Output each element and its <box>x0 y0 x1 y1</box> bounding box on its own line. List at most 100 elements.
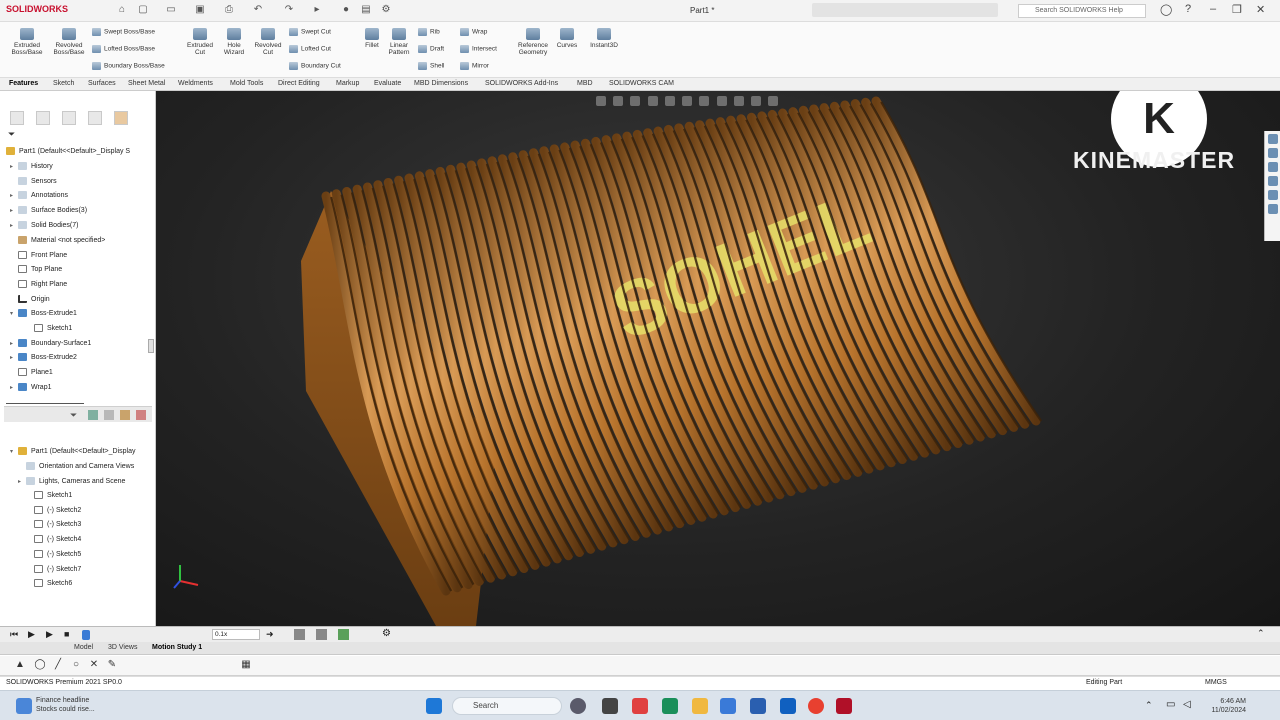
open-file-icon[interactable]: ▭ <box>165 4 177 16</box>
tab-motion-study-1[interactable]: Motion Study 1 <box>152 644 202 651</box>
undo-icon[interactable]: ↶ <box>252 4 264 16</box>
unit-system[interactable]: MMGS <box>1205 679 1227 686</box>
play-icon[interactable]: ▶ <box>46 629 53 640</box>
custom-properties-icon[interactable] <box>1267 204 1278 214</box>
copilot-icon[interactable] <box>570 698 586 714</box>
decal-icon[interactable] <box>104 410 114 420</box>
tree-item-surface-bodies[interactable]: ▸ Surface Bodies(3) <box>10 206 87 214</box>
solidworks-taskbar-icon[interactable] <box>836 698 852 714</box>
weather-icon[interactable] <box>16 698 32 714</box>
edge-icon[interactable] <box>662 698 678 714</box>
collapse-arrow-icon[interactable]: ▾ <box>10 448 18 455</box>
solidworks-resources-icon[interactable] <box>1267 134 1278 144</box>
news-widget[interactable]: Finance headline Stocks could rise... <box>36 696 95 714</box>
tab-mbd[interactable]: MBD <box>577 80 593 87</box>
appearances-icon[interactable] <box>1267 190 1278 200</box>
tree-item-front-plane[interactable]: Front Plane <box>18 251 67 259</box>
tree-item-wrap1[interactable]: ▸ Wrap1 <box>10 383 52 391</box>
tab-sketch[interactable]: Sketch <box>53 80 74 87</box>
tree-item-sketch1[interactable]: Sketch1 <box>34 324 72 332</box>
chrome-icon[interactable] <box>808 698 824 714</box>
save-animation-icon[interactable] <box>294 629 305 640</box>
tree-item-annotations[interactable]: ▸ Annotations <box>10 191 68 199</box>
view-palette-icon[interactable] <box>1267 176 1278 186</box>
reference-geometry-button[interactable]: Reference Geometry <box>513 28 553 56</box>
feature-manager-tab-icon[interactable] <box>10 111 24 125</box>
scene-icon[interactable] <box>120 410 130 420</box>
display-manager-tab-icon[interactable] <box>114 111 128 125</box>
animation-wizard-icon[interactable] <box>316 629 327 640</box>
tree-item-boss-extrude2[interactable]: ▸ Boss-Extrude2 <box>10 353 77 361</box>
tab-direct-editing[interactable]: Direct Editing <box>278 80 320 87</box>
tree-item-boundary-surface1[interactable]: ▸ Boundary-Surface1 <box>10 339 91 347</box>
tree-root-part[interactable]: Part1 (Default<<Default>_Display S <box>6 147 130 155</box>
home-icon[interactable]: ⌂ <box>116 4 128 16</box>
draft-button[interactable]: Draft <box>418 45 444 53</box>
rebuild-icon[interactable]: ● <box>340 4 352 16</box>
swept-boss-button[interactable]: Swept Boss/Base <box>92 28 155 36</box>
line-icon[interactable]: ╱ <box>52 659 64 671</box>
expand-arrow-icon[interactable]: ▸ <box>10 163 18 170</box>
select-icon[interactable]: ▸ <box>311 4 323 16</box>
outlook-icon[interactable] <box>780 698 796 714</box>
display-tree-sketch6[interactable]: Sketch6 <box>34 579 72 587</box>
stop-icon[interactable]: ■ <box>64 629 69 639</box>
tree-item-top-plane[interactable]: Top Plane <box>18 265 62 273</box>
minimize-icon[interactable]: – <box>1210 3 1216 15</box>
camera-icon[interactable] <box>136 410 146 420</box>
curves-button[interactable]: Curves <box>554 28 580 49</box>
user-icon[interactable]: ◯ <box>1160 3 1172 16</box>
pen-icon[interactable]: ✎ <box>106 659 118 671</box>
instant3d-button[interactable]: Instant3D <box>584 28 624 49</box>
tab-solidworks-addins[interactable]: SOLIDWORKS Add-Ins <box>485 80 558 87</box>
expand-arrow-icon[interactable]: ▸ <box>18 478 26 485</box>
tab-mold-tools[interactable]: Mold Tools <box>230 80 263 87</box>
autokey-icon[interactable] <box>338 629 349 640</box>
file-explorer-icon[interactable] <box>1267 162 1278 172</box>
display-tree-sketch2[interactable]: (-) Sketch2 <box>34 506 81 514</box>
tree-item-right-plane[interactable]: Right Plane <box>18 280 67 288</box>
save-icon[interactable]: ▣ <box>194 4 206 16</box>
display-tree-orientation[interactable]: Orientation and Camera Views <box>26 462 134 470</box>
maximize-icon[interactable]: ❐ <box>1232 3 1242 16</box>
start-icon[interactable] <box>426 698 442 714</box>
revolved-cut-button[interactable]: Revolved Cut <box>250 28 286 56</box>
expand-arrow-icon[interactable]: ▸ <box>10 222 18 229</box>
file-explorer-taskbar-icon[interactable] <box>692 698 708 714</box>
swept-cut-button[interactable]: Swept Cut <box>289 28 331 36</box>
taskbar-search[interactable]: Search <box>452 697 562 715</box>
play-from-start-icon[interactable]: ▶ <box>28 629 35 640</box>
design-library-icon[interactable] <box>1267 148 1278 158</box>
filter-icon[interactable]: ⏷ <box>8 129 15 140</box>
options-icon[interactable]: ⚙ <box>380 4 392 16</box>
display-tree-sketch4[interactable]: (-) Sketch4 <box>34 535 81 543</box>
network-icon[interactable]: ▭ <box>1166 699 1175 710</box>
timeline-slider[interactable] <box>82 630 90 640</box>
hole-wizard-button[interactable]: Hole Wizard <box>218 28 250 56</box>
expand-arrow-icon[interactable]: ▸ <box>10 354 18 361</box>
tab-evaluate[interactable]: Evaluate <box>374 80 401 87</box>
tab-3d-views[interactable]: 3D Views <box>108 644 137 651</box>
tree-item-plane1[interactable]: Plane1 <box>18 368 53 376</box>
tree-item-material[interactable]: Material <not specified> <box>18 236 105 244</box>
tree-item-solid-bodies[interactable]: ▸ Solid Bodies(7) <box>10 221 78 229</box>
playback-mode-icon[interactable]: ➜ <box>266 629 274 640</box>
tab-model[interactable]: Model <box>74 644 93 651</box>
display-tree-sketch3[interactable]: (-) Sketch3 <box>34 520 81 528</box>
tab-mbd-dimensions[interactable]: MBD Dimensions <box>414 80 468 87</box>
tab-sheet-metal[interactable]: Sheet Metal <box>128 80 165 87</box>
lofted-cut-button[interactable]: Lofted Cut <box>289 45 331 53</box>
rectangle-icon[interactable]: ◯ <box>34 659 46 671</box>
graphics-viewport[interactable]: SOHEL K KINEMASTER <box>156 91 1280 626</box>
wrap-button[interactable]: Wrap <box>460 28 487 36</box>
calculate-icon[interactable]: ⏮ <box>10 629 18 640</box>
trim-icon[interactable]: ✕ <box>88 659 100 671</box>
boundary-cut-button[interactable]: Boundary Cut <box>289 62 341 70</box>
linear-pattern-button[interactable]: Linear Pattern <box>384 28 414 56</box>
tab-weldments[interactable]: Weldments <box>178 80 213 87</box>
circle-icon[interactable]: ○ <box>70 659 82 671</box>
lofted-boss-button[interactable]: Lofted Boss/Base <box>92 45 155 53</box>
task-view-icon[interactable] <box>602 698 618 714</box>
store-icon[interactable] <box>720 698 736 714</box>
shell-button[interactable]: Shell <box>418 62 444 70</box>
